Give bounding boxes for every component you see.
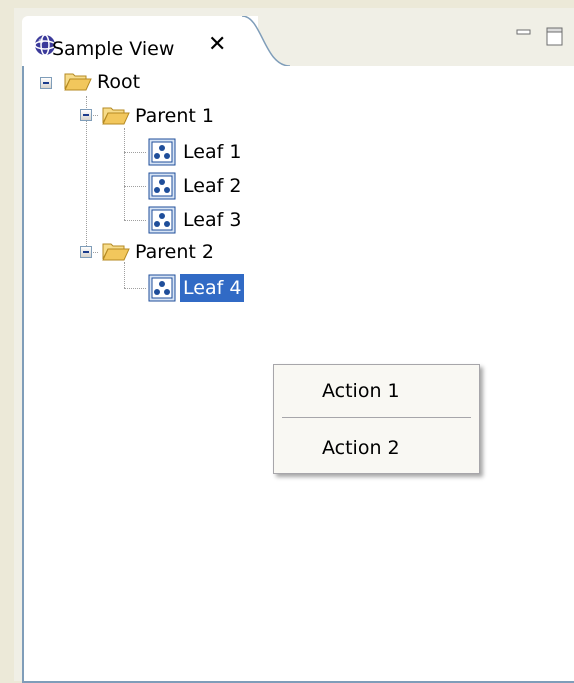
tab-curve [224, 16, 291, 66]
tree-line [124, 186, 146, 187]
root-expander[interactable] [40, 77, 52, 89]
tree-node-leaf-4[interactable]: Leaf 4 [180, 274, 245, 302]
leaf-icon [148, 274, 176, 302]
tree-line [124, 220, 146, 221]
view-frame: Sample View ✕ Root Parent 1 Leaf 1 Leaf … [14, 8, 574, 683]
tree-node-parent-2[interactable]: Parent 2 [132, 238, 217, 266]
tree-node-leaf-2[interactable]: Leaf 2 [180, 172, 244, 200]
folder-open-icon [102, 107, 130, 125]
tree-node-parent-1[interactable]: Parent 1 [132, 102, 217, 130]
view-title: Sample View [52, 38, 175, 60]
minimize-icon[interactable] [514, 26, 534, 46]
leaf-icon [148, 138, 176, 166]
tree-line [124, 288, 146, 289]
tree-line [124, 128, 125, 220]
menu-item-action-2[interactable]: Action 2 [274, 428, 479, 468]
parent-2-expander[interactable] [80, 246, 92, 258]
tree-node-leaf-3[interactable]: Leaf 3 [180, 206, 244, 234]
menu-item-action-1[interactable]: Action 1 [274, 371, 479, 411]
tree-line [124, 152, 146, 153]
context-menu: Action 1 Action 2 [273, 364, 480, 474]
view-tab-strip: Sample View ✕ [14, 8, 574, 74]
leaf-icon [148, 206, 176, 234]
tree-node-leaf-1[interactable]: Leaf 1 [180, 138, 244, 166]
menu-separator [282, 417, 471, 418]
tree-line [124, 262, 125, 288]
folder-open-icon [102, 243, 130, 261]
tree-node-root[interactable]: Root [94, 68, 143, 96]
maximize-icon[interactable] [544, 26, 566, 48]
leaf-icon [148, 172, 176, 200]
parent-1-expander[interactable] [80, 109, 92, 121]
folder-open-icon [64, 73, 92, 91]
